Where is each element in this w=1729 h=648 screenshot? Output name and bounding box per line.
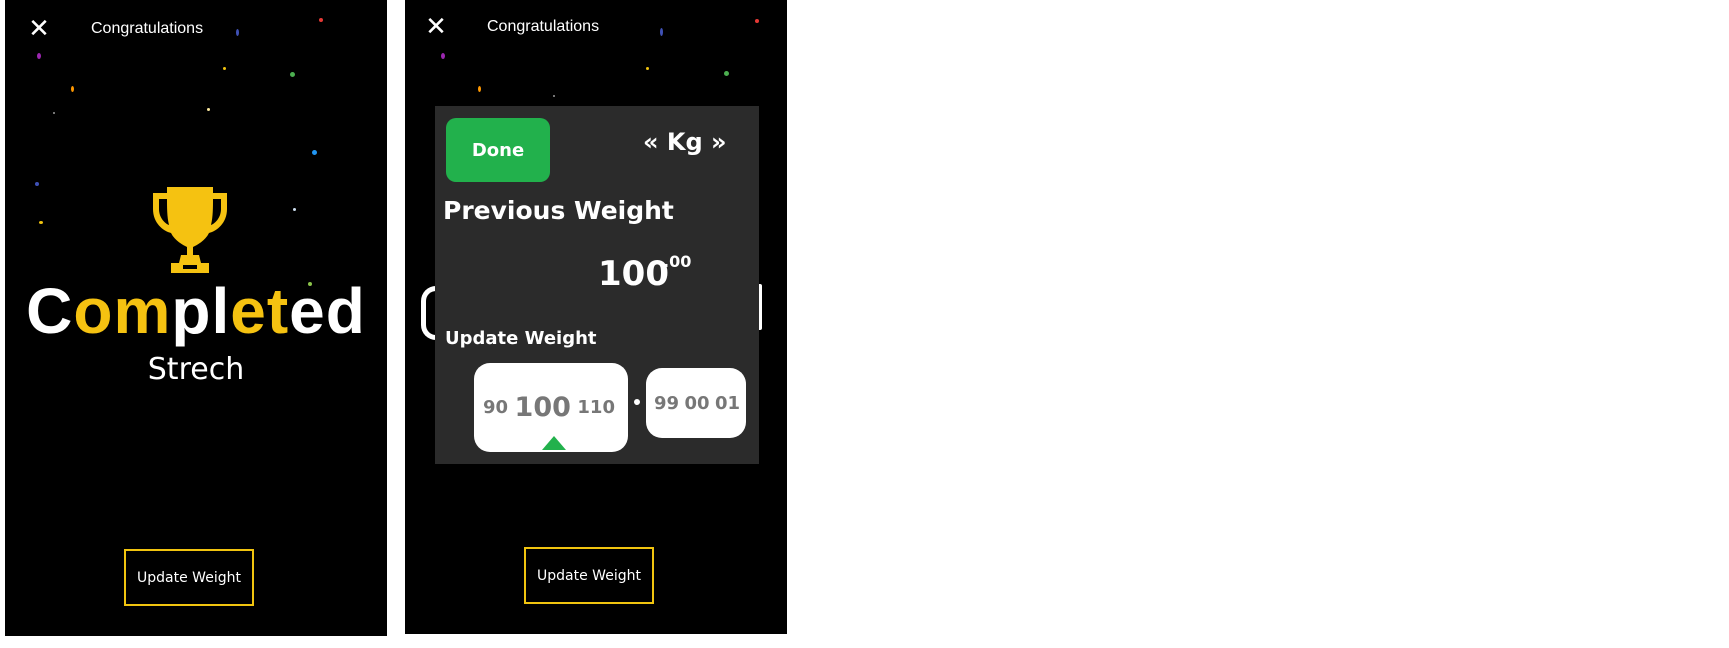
confetti-dot	[755, 19, 759, 23]
done-button[interactable]: Done	[446, 118, 550, 182]
confetti-dot	[293, 208, 296, 211]
picker-option[interactable]: 110	[577, 397, 615, 418]
completed-part: ed	[289, 275, 366, 347]
weight-panel: Done « Kg » Previous Weight 100 .00 Upda…	[435, 106, 759, 464]
previous-weight-value: 100	[598, 254, 669, 294]
update-weight-button[interactable]: Update Weight	[524, 547, 654, 604]
picker-option[interactable]: 90	[483, 397, 508, 418]
previous-weight-decimal: .00	[663, 252, 692, 271]
picker-option[interactable]: 01	[715, 393, 740, 414]
confetti-dot	[312, 150, 317, 155]
completed-part: om	[73, 275, 172, 347]
close-icon[interactable]: ✕	[424, 14, 448, 40]
confetti-dot	[319, 18, 323, 22]
update-weight-screen: ✕ Congratulations Done « Kg » Previous W…	[405, 0, 787, 634]
confetti-dot	[37, 53, 41, 59]
completed-part: et	[230, 275, 290, 347]
confetti-dot	[478, 86, 481, 92]
confetti-dot	[35, 182, 39, 186]
picker-selected[interactable]: 100	[515, 392, 571, 423]
confetti-dot	[207, 108, 210, 111]
picker-indicator-icon	[542, 436, 566, 450]
confetti-dot	[724, 71, 729, 76]
confetti-dot	[53, 112, 55, 114]
trophy-icon	[153, 187, 227, 273]
confetti-dot	[71, 86, 74, 92]
completed-heading: Completed	[5, 272, 387, 350]
confetti-dot	[39, 221, 43, 224]
completion-screen: ✕ Congratulations Completed Strech Updat…	[5, 0, 387, 636]
header-title: Congratulations	[91, 20, 204, 37]
confetti-dot	[223, 67, 226, 70]
completed-heading-partial	[421, 286, 436, 340]
unit-selector[interactable]: « Kg »	[643, 128, 727, 156]
picker-option[interactable]: 99	[654, 393, 679, 414]
close-icon[interactable]: ✕	[27, 16, 51, 42]
previous-weight-label: Previous Weight	[443, 196, 674, 225]
confetti-dot	[441, 53, 445, 59]
confetti-dot	[553, 95, 555, 97]
confetti-dot	[646, 67, 649, 70]
confetti-dot	[660, 28, 663, 36]
picker-selected[interactable]: 00	[684, 393, 709, 414]
header-title: Congratulations	[487, 18, 600, 35]
confetti-dot	[236, 29, 239, 36]
update-weight-button[interactable]: Update Weight	[124, 549, 254, 606]
confetti-dot	[290, 72, 295, 77]
update-weight-label: Update Weight	[445, 328, 597, 349]
exercise-name: Strech	[147, 352, 245, 387]
weight-decimal-picker[interactable]: 99 00 01	[646, 368, 746, 438]
completed-part: pl	[171, 275, 231, 347]
completed-part: C	[26, 275, 74, 347]
decimal-point	[634, 399, 640, 405]
